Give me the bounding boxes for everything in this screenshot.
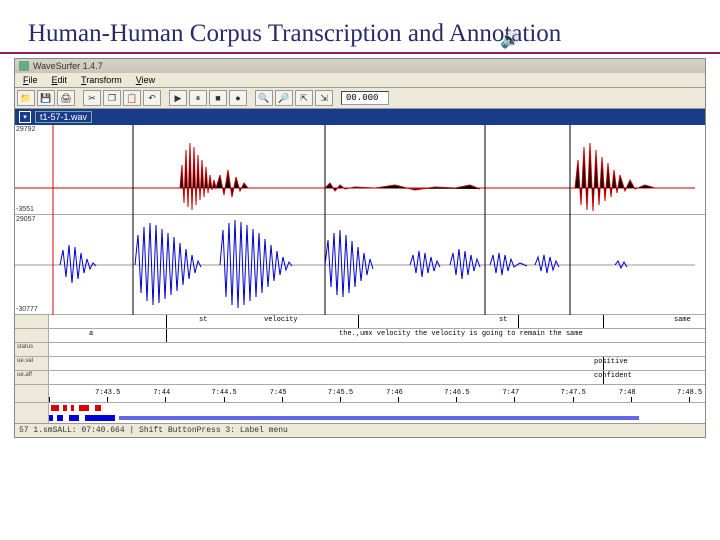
waveform-channel-2[interactable]: 29057 -30777 [15,215,705,315]
window-title: WaveSurfer 1.4.7 [33,61,103,71]
tier-affect[interactable]: ue.aff confident [15,371,705,385]
y-min-ch2: -30777 [16,306,38,313]
zoom-in-button[interactable]: 🔍 [255,90,273,106]
speaker-icon: 🔊 [500,30,520,50]
valence-text: positive [594,358,628,366]
toolbar: 📁 💾 🖨 ✂ ❐ 📋 ↶ ▶ ⏸ ■ ● 🔍 🔎 ⇱ ⇲ 00.000 [15,88,705,109]
overview-channel-2[interactable] [15,413,705,423]
y-max-ch1: 29792 [16,126,35,133]
ruler-tick [107,397,108,402]
speech-seg-2: velocity [264,316,298,324]
ruler-handle[interactable] [15,385,49,402]
ruler-tick [224,397,225,402]
ruler-tick [340,397,341,402]
ruler-tick-label: 7:44.5 [212,389,237,397]
tier-speech-handle[interactable] [15,315,49,328]
paste-button[interactable]: 📋 [123,90,141,106]
tier-affect-handle[interactable]: ue.aff [15,371,49,384]
ruler-tick [398,397,399,402]
copy-button[interactable]: ❐ [103,90,121,106]
ruler-tick-label: 7:44 [153,389,170,397]
affect-text: confident [594,372,632,380]
tier-transcript-handle[interactable] [15,329,49,342]
y-max-ch2: 29057 [16,216,35,223]
menu-edit[interactable]: Edit [46,74,74,86]
ruler-tick [165,397,166,402]
speech-seg-4: same [674,316,691,324]
ruler-tick [49,397,50,402]
pause-button[interactable]: ⏸ [189,90,207,106]
speech-seg-3: st [499,316,507,324]
zoom-all-button[interactable]: ⇲ [315,90,333,106]
ruler-tick-label: 7:47.5 [561,389,586,397]
tier-valence[interactable]: ue.val positive [15,357,705,371]
current-filename[interactable]: t1-57-1.wav [35,111,92,123]
ruler-tick-label: 7:46 [386,389,403,397]
tier-status[interactable]: status [15,343,705,357]
transcript-a: a [89,330,93,338]
file-bar: ▾ t1-57-1.wav [15,109,705,125]
window-titlebar[interactable]: WaveSurfer 1.4.7 [15,59,705,73]
slide-title: Human-Human Corpus Transcription and Ann… [0,0,720,54]
record-button[interactable]: ● [229,90,247,106]
time-readout: 00.000 [341,91,389,105]
ruler-tick-label: 7:46.5 [444,389,469,397]
canvas-area: 29792 -3551 [15,125,705,423]
cut-button[interactable]: ✂ [83,90,101,106]
undo-button[interactable]: ↶ [143,90,161,106]
ruler-tick [514,397,515,402]
play-button[interactable]: ▶ [169,90,187,106]
status-bar: 57 1.smSALL: 07:40.664 | Shift ButtonPre… [15,423,705,437]
ruler-tick [573,397,574,402]
print-button[interactable]: 🖨 [57,90,75,106]
menu-transform[interactable]: Transform [75,74,128,86]
menu-view[interactable]: View [130,74,161,86]
waveform-channel-1[interactable]: 29792 -3551 [15,125,705,215]
ruler-tick [456,397,457,402]
y-min-ch1: -3551 [16,206,34,213]
overview-ch1-handle[interactable] [15,403,49,413]
ruler-tick [689,397,690,402]
file-dropdown-icon[interactable]: ▾ [19,111,31,123]
zoom-out-button[interactable]: 🔎 [275,90,293,106]
speech-seg-1: st [199,316,207,324]
menubar: File Edit Transform View [15,73,705,88]
overview-ch2-handle[interactable] [15,413,49,423]
tier-speech[interactable]: st velocity st same [15,315,705,329]
tier-transcript[interactable]: a the.,umx velocity the velocity is goin… [15,329,705,343]
time-ruler[interactable]: 7:43.5 7:44 7:44.5 7:45 7:45.5 7:46 7:46.5 7:47… [15,385,705,403]
ruler-tick-label: 7:47 [502,389,519,397]
overview-channel-1[interactable] [15,403,705,413]
tier-status-handle[interactable]: status [15,343,49,356]
ruler-tick [631,397,632,402]
open-button[interactable]: 📁 [17,90,35,106]
ruler-tick [282,397,283,402]
menu-file[interactable]: File [17,74,44,86]
ruler-tick-label: 7:43.5 [95,389,120,397]
wavesurfer-window: WaveSurfer 1.4.7 File Edit Transform Vie… [14,58,706,438]
ruler-tick-label: 7:45 [270,389,287,397]
zoom-sel-button[interactable]: ⇱ [295,90,313,106]
tier-valence-handle[interactable]: ue.val [15,357,49,370]
transcript-text: the.,umx velocity the velocity is going … [339,330,583,338]
ruler-tick-label: 7:48.5 [677,389,702,397]
stop-button[interactable]: ■ [209,90,227,106]
save-button[interactable]: 💾 [37,90,55,106]
app-icon [19,61,29,71]
ruler-tick-label: 7:48 [619,389,636,397]
ruler-tick-label: 7:45.5 [328,389,353,397]
